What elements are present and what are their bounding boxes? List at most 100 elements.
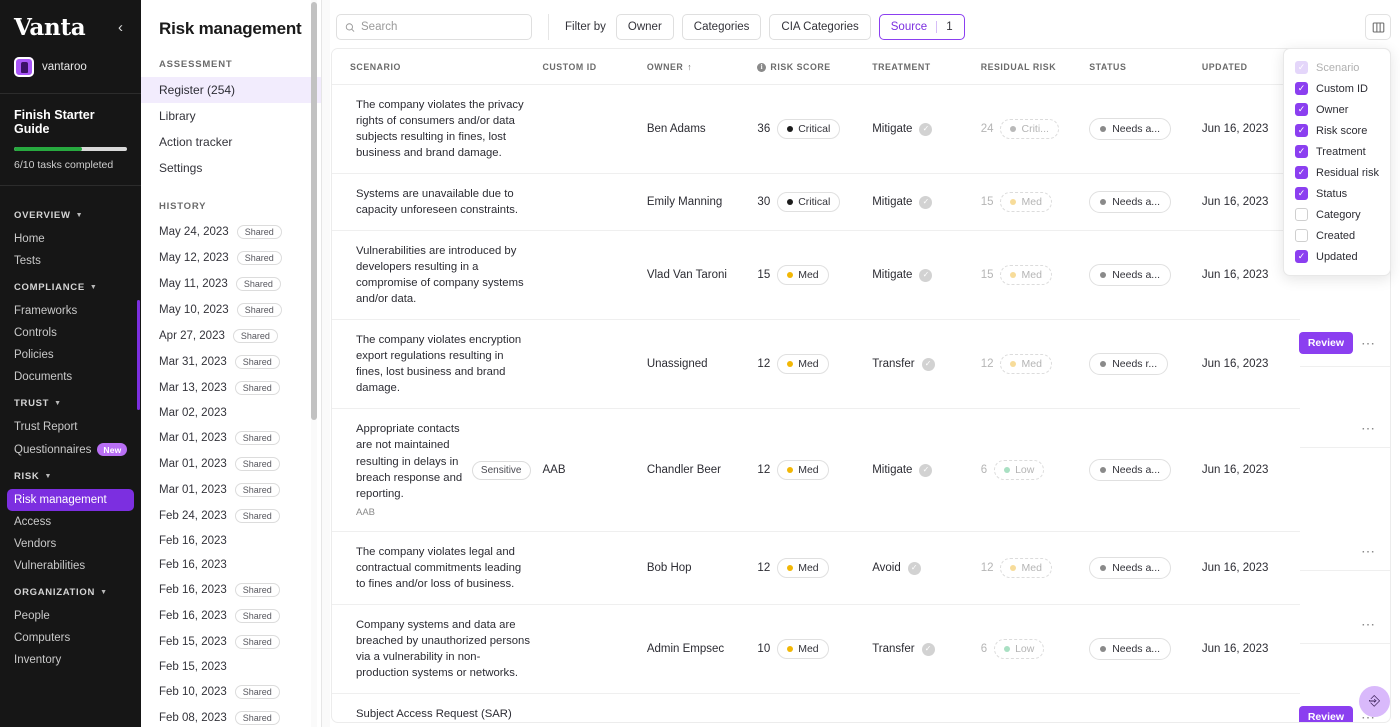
history-item[interactable]: Mar 01, 2023Shared [141,451,321,477]
assessment-item-settings[interactable]: Settings [141,155,321,181]
table-row[interactable]: Company systems and data are breached by… [332,605,1390,694]
table-row[interactable]: Subject Access Request (SAR) process is … [332,694,1390,723]
nav-group-overview[interactable]: OVERVIEW▼ [0,200,141,228]
sidebar-item-home[interactable]: Home [0,228,141,250]
sidebar-item-vulnerabilities[interactable]: Vulnerabilities [0,555,141,577]
column-option-status[interactable]: ✓Status [1284,183,1390,204]
history-item[interactable]: Feb 10, 2023Shared [141,679,321,705]
history-item[interactable]: Feb 15, 2023Shared [141,629,321,655]
history-item[interactable]: Feb 16, 2023 [141,529,321,553]
table-row[interactable]: The company violates the privacy rights … [332,85,1390,174]
nav-group-organization[interactable]: ORGANIZATION▼ [0,577,141,605]
sidebar-item-trust-report[interactable]: Trust Report [0,416,141,438]
search-box[interactable] [336,14,532,40]
sidebar-item-computers[interactable]: Computers [0,627,141,649]
sidebar-item-questionnaires[interactable]: QuestionnairesNew [0,438,141,461]
sidebar-item-vendors[interactable]: Vendors [0,533,141,555]
review-button[interactable]: Review [1299,332,1353,354]
table-row[interactable]: The company violates encryption export r… [332,320,1390,409]
checkbox-icon[interactable] [1295,229,1308,242]
sidebar-item-access[interactable]: Access [0,511,141,533]
assessment-item-register-254[interactable]: Register (254) [141,77,321,103]
column-option-owner[interactable]: ✓Owner [1284,99,1390,120]
row-actions-menu-icon[interactable]: ⋯ [1361,617,1376,631]
sidebar-item-controls[interactable]: Controls [0,322,141,344]
col-header-residual-risk[interactable]: RESIDUAL RISK [975,49,1084,85]
history-item[interactable]: Mar 01, 2023Shared [141,477,321,503]
checkbox-icon[interactable]: ✓ [1295,145,1308,158]
columns-toggle-button[interactable] [1365,14,1391,40]
col-header-owner[interactable]: OWNER ↑ [641,49,752,85]
sidebar-item-tests[interactable]: Tests [0,250,141,272]
history-item[interactable]: Mar 01, 2023Shared [141,425,321,451]
column-option-risk-score[interactable]: ✓Risk score [1284,120,1390,141]
column-option-residual-risk[interactable]: ✓Residual risk [1284,162,1390,183]
brand-row: Vanta ‹ [0,0,141,41]
history-item[interactable]: Mar 13, 2023Shared [141,375,321,401]
column-option-updated[interactable]: ✓Updated [1284,246,1390,267]
sidebar-item-people[interactable]: People [0,605,141,627]
history-item[interactable]: Feb 08, 2023Shared [141,705,321,727]
history-item[interactable]: Apr 27, 2023Shared [141,323,321,349]
row-actions-menu-icon[interactable]: ⋯ [1361,544,1376,558]
search-input[interactable] [361,21,523,33]
sidebar-item-documents[interactable]: Documents [0,366,141,388]
history-item[interactable]: Mar 31, 2023Shared [141,349,321,375]
nav-group-trust[interactable]: TRUST▼ [0,388,141,416]
col-header-custom-id[interactable]: CUSTOM ID [537,49,641,85]
cell-custom-id [537,85,641,174]
secondary-scrollbar-thumb[interactable] [311,2,317,420]
table-row[interactable]: Systems are unavailable due to capacity … [332,174,1390,231]
nav-group-compliance[interactable]: COMPLIANCE▼ [0,272,141,300]
table-row[interactable]: Appropriate contacts are not maintained … [332,409,1390,532]
history-item[interactable]: Feb 24, 2023Shared [141,503,321,529]
filter-chip-owner[interactable]: Owner [616,14,674,40]
table-row[interactable]: Vulnerabilities are introduced by develo… [332,231,1390,320]
assessment-item-library[interactable]: Library [141,103,321,129]
column-option-category[interactable]: Category [1284,204,1390,225]
cell-status: Needs r... [1083,320,1196,409]
sidebar-item-inventory[interactable]: Inventory [0,649,141,671]
history-item[interactable]: Feb 15, 2023 [141,655,321,679]
row-actions-menu-icon[interactable]: ⋯ [1361,421,1376,435]
column-option-treatment[interactable]: ✓Treatment [1284,141,1390,162]
checkbox-icon[interactable]: ✓ [1295,166,1308,179]
org-switcher[interactable]: vantaroo [0,41,141,94]
review-button[interactable]: Review [1299,706,1353,723]
checkbox-icon[interactable]: ✓ [1295,124,1308,137]
checkbox-icon[interactable]: ✓ [1295,250,1308,263]
help-button[interactable]: ⎆ [1359,686,1390,717]
history-item[interactable]: May 24, 2023Shared [141,219,321,245]
assessment-item-action-tracker[interactable]: Action tracker [141,129,321,155]
column-option-custom-id[interactable]: ✓Custom ID [1284,78,1390,99]
checkbox-icon[interactable] [1295,208,1308,221]
history-item[interactable]: May 12, 2023Shared [141,245,321,271]
row-actions-menu-icon[interactable]: ⋯ [1361,336,1376,350]
chevron-left-icon[interactable]: ‹ [114,18,127,37]
sidebar-item-frameworks[interactable]: Frameworks [0,300,141,322]
sidebar-item-policies[interactable]: Policies [0,344,141,366]
filter-chip-categories[interactable]: Categories [682,14,762,40]
history-item[interactable]: Feb 16, 2023Shared [141,603,321,629]
col-header-treatment[interactable]: TREATMENT [866,49,975,85]
history-item[interactable]: May 10, 2023Shared [141,297,321,323]
history-item[interactable]: Mar 02, 2023 [141,401,321,425]
table-row[interactable]: The company violates legal and contractu… [332,532,1390,605]
col-header-risk-score[interactable]: i RISK SCORE [751,49,866,85]
shared-badge: Shared [235,609,280,623]
column-option-created[interactable]: Created [1284,225,1390,246]
history-item[interactable]: May 11, 2023Shared [141,271,321,297]
filter-chip-cia-categories[interactable]: CIA Categories [769,14,870,40]
checkbox-icon[interactable]: ✓ [1295,103,1308,116]
nav-group-risk[interactable]: RISK▼ [0,461,141,489]
starter-guide[interactable]: Finish Starter Guide 6/10 tasks complete… [0,94,141,186]
col-header-scenario[interactable]: SCENARIO [332,49,537,85]
history-item[interactable]: Feb 16, 2023 [141,553,321,577]
checkbox-icon[interactable]: ✓ [1295,82,1308,95]
col-header-status[interactable]: STATUS [1083,49,1196,85]
history-item[interactable]: Feb 16, 2023Shared [141,577,321,603]
checkbox-icon[interactable]: ✓ [1295,187,1308,200]
sidebar-scrollbar[interactable] [137,300,140,410]
sidebar-item-risk-management[interactable]: Risk management [7,489,134,511]
filter-chip-source[interactable]: Source1 [879,14,965,40]
